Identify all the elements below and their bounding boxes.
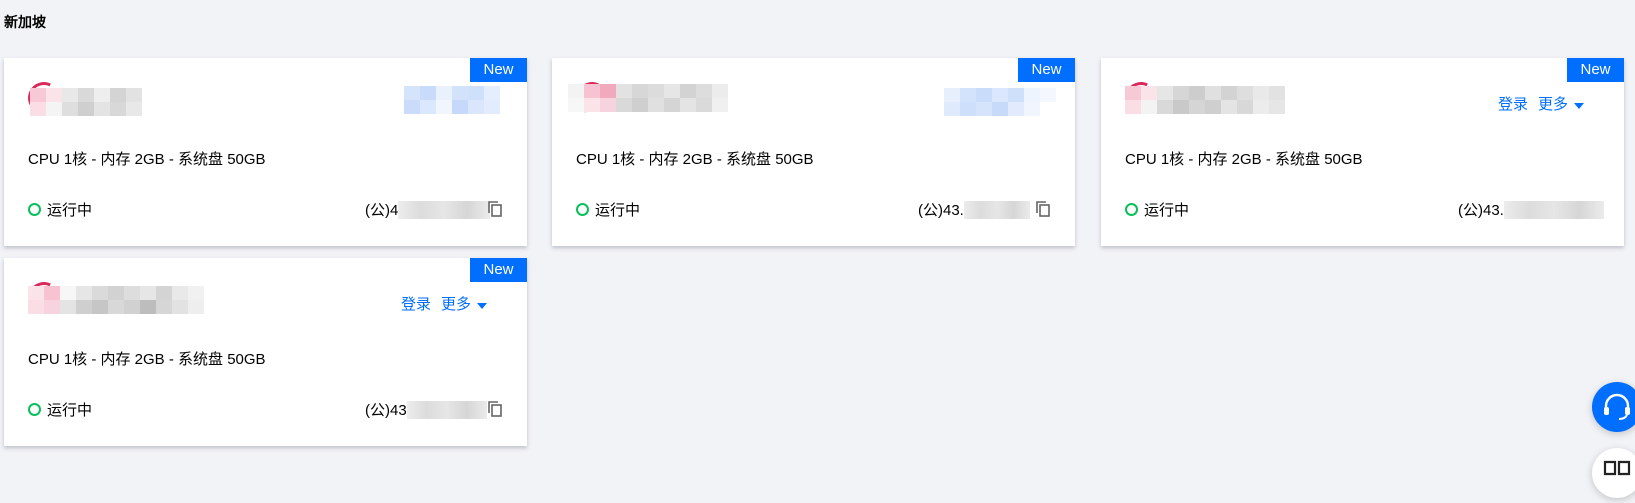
instance-name-redacted [30, 88, 150, 116]
instance-status: 运行中 [1125, 199, 1189, 220]
instance-name-redacted [568, 84, 728, 112]
public-ip: (公)4 [365, 199, 491, 220]
actions-redacted [404, 86, 500, 114]
actions-redacted [944, 88, 1056, 116]
instance-name-redacted [1125, 86, 1285, 114]
new-badge: New [470, 58, 527, 82]
status-label: 运行中 [47, 402, 93, 419]
public-ip-label: (公)4 [365, 202, 399, 219]
copy-icon[interactable] [488, 201, 502, 217]
instance-status: 运行中 [28, 399, 92, 420]
more-label: 更多 [441, 296, 472, 313]
instance-spec: CPU 1核 - 内存 2GB - 系统盘 50GB [28, 351, 266, 368]
book-icon [1603, 460, 1631, 476]
instance-card[interactable]: New CPU 1核 - 内存 2GB - 系统盘 50GB 运行中 (公)43… [552, 58, 1075, 246]
ip-redacted [398, 200, 491, 219]
status-label: 运行中 [1144, 202, 1190, 219]
login-link[interactable]: 登录 [1498, 93, 1528, 114]
more-dropdown[interactable]: 更多 [441, 293, 488, 314]
card-actions: 登录 更多 [391, 293, 488, 314]
public-ip-label: (公)43. [918, 202, 964, 219]
instance-name-redacted [28, 286, 204, 314]
public-ip: (公)43 [365, 399, 487, 420]
status-running-icon [28, 403, 41, 416]
ip-redacted [1503, 200, 1604, 219]
public-ip-label: (公)43. [1458, 202, 1504, 219]
instance-spec: CPU 1核 - 内存 2GB - 系统盘 50GB [1125, 151, 1363, 168]
instance-status: 运行中 [28, 199, 92, 220]
copy-icon[interactable] [488, 401, 502, 417]
instance-card[interactable]: New CPU 1核 - 内存 2GB - 系统盘 50GB 运行中 (公)4 [4, 58, 527, 246]
docs-button[interactable] [1592, 448, 1635, 498]
status-label: 运行中 [595, 202, 641, 219]
status-running-icon [576, 203, 589, 216]
more-dropdown[interactable]: 更多 [1538, 93, 1585, 114]
ip-redacted [406, 400, 487, 419]
instance-status: 运行中 [576, 199, 640, 220]
caret-down-icon [477, 303, 488, 309]
status-label: 运行中 [47, 202, 93, 219]
instance-card[interactable]: New 登录 更多 CPU 1核 - 内存 2GB - 系统盘 50GB 运行中… [4, 258, 527, 446]
region-title: 新加坡 [4, 14, 46, 30]
instance-spec: CPU 1核 - 内存 2GB - 系统盘 50GB [576, 151, 814, 168]
new-badge: New [1567, 58, 1624, 82]
instance-spec: CPU 1核 - 内存 2GB - 系统盘 50GB [28, 151, 266, 168]
public-ip-label: (公)43 [365, 402, 407, 419]
status-running-icon [28, 203, 41, 216]
status-running-icon [1125, 203, 1138, 216]
copy-icon[interactable] [1036, 201, 1050, 217]
instance-card[interactable]: New 登录 更多 CPU 1核 - 内存 2GB - 系统盘 50GB 运行中… [1101, 58, 1624, 246]
ip-redacted [963, 200, 1030, 219]
public-ip: (公)43. [918, 199, 1030, 220]
new-badge: New [470, 258, 527, 282]
card-actions: 登录 更多 [1488, 93, 1585, 114]
caret-down-icon [1574, 103, 1585, 109]
public-ip: (公)43. [1458, 199, 1604, 220]
more-label: 更多 [1538, 96, 1569, 113]
new-badge: New [1018, 58, 1075, 82]
headset-icon [1604, 393, 1630, 420]
login-link[interactable]: 登录 [401, 293, 431, 314]
support-button[interactable] [1592, 382, 1635, 432]
